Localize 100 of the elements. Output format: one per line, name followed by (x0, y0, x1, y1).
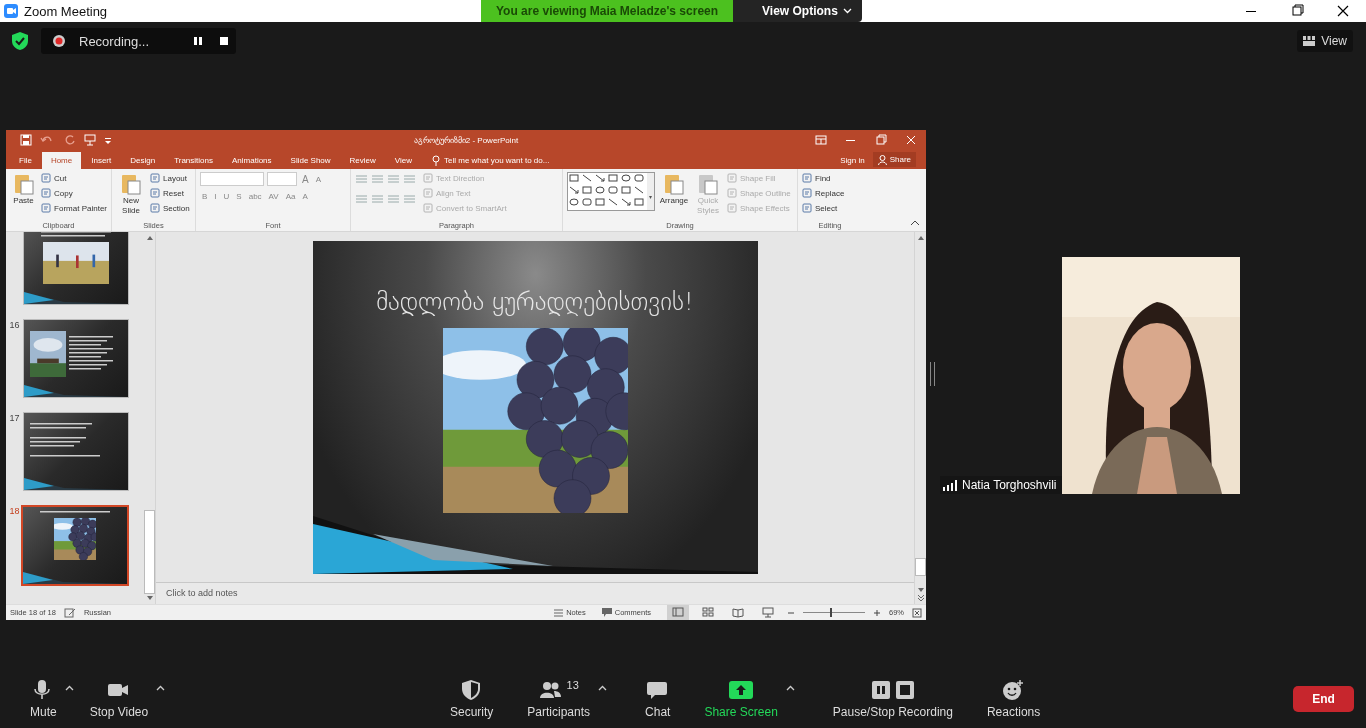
ribbon-button[interactable]: New Slide (116, 172, 146, 216)
slide-number: 16 (8, 319, 21, 332)
redo-icon[interactable] (64, 134, 76, 146)
font-size-button[interactable]: A (300, 173, 311, 185)
slide-thumbnail[interactable] (23, 232, 129, 305)
view-icon (702, 607, 714, 618)
scroll-thumb[interactable] (144, 510, 155, 594)
ribbon-button[interactable]: Cut (41, 172, 107, 184)
share-button[interactable]: Share (872, 152, 916, 167)
toolbar-button[interactable]: Reactions (980, 679, 1047, 719)
ribbon-button[interactable]: Layout (150, 172, 190, 184)
spelling-icon[interactable] (63, 607, 76, 618)
ribbon-button[interactable]: Paste (10, 172, 38, 206)
stop-icon[interactable] (219, 36, 230, 46)
lightbulb-icon (432, 155, 441, 166)
tool-icon (802, 188, 812, 198)
document-icon (12, 172, 35, 196)
ribbon-button[interactable]: Reset (150, 187, 190, 199)
tell-me-field[interactable]: Tell me what you want to do... (432, 152, 550, 169)
next-slide-icon[interactable] (915, 594, 926, 602)
ribbon-button[interactable]: Select (802, 202, 845, 214)
tool-icon (727, 203, 737, 213)
toolbar-button[interactable]: Share Screen (698, 679, 784, 719)
font-size-field[interactable] (267, 172, 297, 186)
document-icon (697, 172, 719, 196)
view-icon (762, 607, 774, 618)
font-name-field[interactable] (200, 172, 264, 186)
collapse-icon[interactable] (910, 219, 920, 227)
format-button[interactable]: U (221, 192, 232, 201)
ribbon-tab[interactable]: File (6, 152, 41, 169)
format-button[interactable]: B (200, 192, 210, 201)
pause-icon[interactable] (193, 36, 204, 46)
ribbon-tab[interactable]: Animations (223, 152, 281, 169)
ribbon-tab[interactable]: Insert (82, 152, 121, 169)
window-title: აგროტურიზმი2 - PowerPoint (413, 135, 519, 145)
ribbon-button[interactable]: Arrange (659, 172, 689, 206)
toolbar-button[interactable]: Mute (24, 679, 63, 719)
shield-icon (12, 32, 28, 50)
view-button[interactable]: View (1297, 30, 1353, 52)
tool-icon (41, 173, 52, 183)
share-banner: You are viewing Maia Meladze's screen (481, 0, 734, 22)
ribbon-tab[interactable]: View (385, 152, 422, 169)
toolbar-button[interactable]: Security (444, 679, 500, 719)
scrollbar[interactable] (144, 232, 156, 604)
slide-number: 17 (8, 412, 21, 425)
view-mode-button[interactable] (667, 605, 689, 620)
slide-title: მადლობა ყურადღებისთვის! (376, 286, 694, 316)
ribbon-button[interactable]: Format Painter (41, 202, 107, 214)
people-icon (538, 679, 563, 701)
format-button[interactable]: S (234, 192, 244, 201)
end-button[interactable]: End (1293, 686, 1354, 712)
ribbon-tab[interactable]: Home (41, 152, 82, 169)
presentation-icon[interactable] (84, 134, 96, 146)
signal-icon (943, 479, 957, 491)
tool-icon (150, 173, 160, 183)
fit-window-icon[interactable] (912, 607, 922, 618)
tool-icon (41, 203, 52, 213)
text-lines-drawing (69, 335, 113, 372)
format-button[interactable]: AV (266, 192, 281, 201)
ribbon-tab[interactable]: Slide Show (281, 152, 340, 169)
text-lines-drawing (30, 437, 86, 449)
shapes-gallery[interactable] (567, 172, 655, 211)
ribbon-button[interactable]: Copy (41, 187, 107, 199)
scroll-up-icon[interactable] (144, 234, 155, 242)
tool-icon (150, 203, 160, 213)
scrollbar[interactable] (914, 232, 926, 604)
scroll-thumb[interactable] (915, 558, 926, 576)
format-button[interactable]: Aa (283, 192, 298, 201)
toolbar-button[interactable]: Stop Video (83, 679, 155, 719)
format-button[interactable]: I (212, 192, 219, 201)
ribbon-button[interactable]: Find (802, 172, 845, 184)
resize-handle[interactable] (930, 362, 935, 386)
sign-in-link[interactable]: Sign in (840, 152, 865, 169)
toolbar-button[interactable]: 13 Participants (521, 679, 597, 719)
scroll-up-icon[interactable] (915, 234, 926, 242)
ribbon-button[interactable]: Replace (802, 187, 845, 199)
caret-icon[interactable] (156, 685, 166, 691)
ribbon-tab[interactable]: Transitions (165, 152, 222, 169)
slide-thumbnail[interactable] (21, 505, 129, 586)
caret-icon[interactable] (785, 685, 795, 691)
text-lines-drawing (30, 423, 92, 431)
zoom-in-icon[interactable] (873, 608, 881, 617)
save-icon[interactable] (20, 134, 32, 146)
font-size-button[interactable]: A (313, 174, 323, 184)
slide-thumbnail[interactable] (23, 319, 129, 398)
ribbon-button[interactable]: Section (150, 202, 190, 214)
text-lines-drawing (30, 455, 100, 459)
ribbon-tab[interactable]: Review (340, 152, 385, 169)
ribbon-tab[interactable]: Design (121, 152, 165, 169)
document-icon (120, 172, 142, 196)
toolbar-button[interactable]: Chat (639, 679, 677, 719)
format-button[interactable]: A (300, 192, 310, 201)
format-button[interactable]: abc (246, 192, 264, 201)
view-options-button[interactable]: View Options (733, 0, 862, 22)
slide-thumbnail[interactable] (23, 412, 129, 491)
scroll-down-icon[interactable] (915, 586, 926, 594)
caret-icon[interactable] (598, 685, 608, 691)
record-icon (53, 35, 65, 47)
caret-icon[interactable] (64, 685, 74, 691)
toolbar-button[interactable]: Pause/Stop Recording (826, 679, 959, 719)
